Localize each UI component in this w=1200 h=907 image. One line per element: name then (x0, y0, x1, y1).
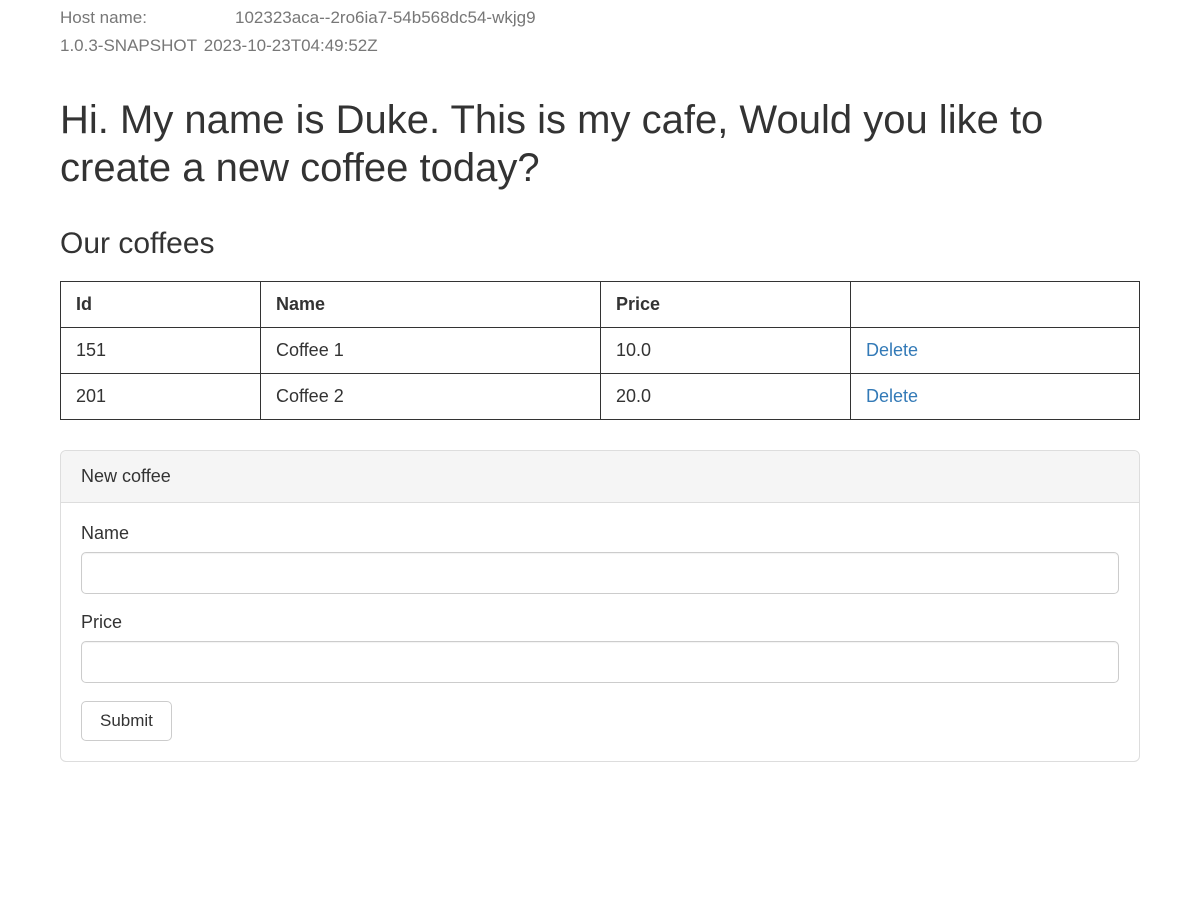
panel-body: Name Price Submit (61, 503, 1139, 761)
name-label: Name (81, 523, 1119, 544)
hostname-label: Host name: (60, 8, 175, 28)
coffees-table: Id Name Price 151 Coffee 1 10.0 Delete 2… (60, 281, 1140, 420)
cell-action: Delete (851, 328, 1140, 374)
cell-id: 151 (61, 328, 261, 374)
delete-link[interactable]: Delete (866, 386, 918, 406)
hostname-row: Host name: 102323aca--2ro6ia7-54b568dc54… (60, 8, 1140, 28)
table-row: 151 Coffee 1 10.0 Delete (61, 328, 1140, 374)
panel-heading: New coffee (61, 451, 1139, 503)
app-version: 1.0.3-SNAPSHOT (60, 36, 197, 55)
header-name: Name (261, 282, 601, 328)
cell-price: 20.0 (601, 374, 851, 420)
price-group: Price (81, 612, 1119, 683)
version-row: 1.0.3-SNAPSHOT 2023-10-23T04:49:52Z (60, 36, 1140, 56)
cell-name: Coffee 1 (261, 328, 601, 374)
table-row: 201 Coffee 2 20.0 Delete (61, 374, 1140, 420)
coffees-heading: Our coffees (60, 227, 1140, 261)
header-id: Id (61, 282, 261, 328)
build-time: 2023-10-23T04:49:52Z (204, 36, 378, 55)
delete-link[interactable]: Delete (866, 340, 918, 360)
table-header-row: Id Name Price (61, 282, 1140, 328)
cell-action: Delete (851, 374, 1140, 420)
page-title: Hi. My name is Duke. This is my cafe, Wo… (60, 96, 1140, 192)
name-group: Name (81, 523, 1119, 594)
price-label: Price (81, 612, 1119, 633)
new-coffee-panel: New coffee Name Price Submit (60, 450, 1140, 762)
price-input[interactable] (81, 641, 1119, 683)
hostname-value: 102323aca--2ro6ia7-54b568dc54-wkjg9 (235, 8, 536, 28)
cell-name: Coffee 2 (261, 374, 601, 420)
header-action (851, 282, 1140, 328)
name-input[interactable] (81, 552, 1119, 594)
cell-id: 201 (61, 374, 261, 420)
cell-price: 10.0 (601, 328, 851, 374)
submit-button[interactable]: Submit (81, 701, 172, 741)
header-price: Price (601, 282, 851, 328)
